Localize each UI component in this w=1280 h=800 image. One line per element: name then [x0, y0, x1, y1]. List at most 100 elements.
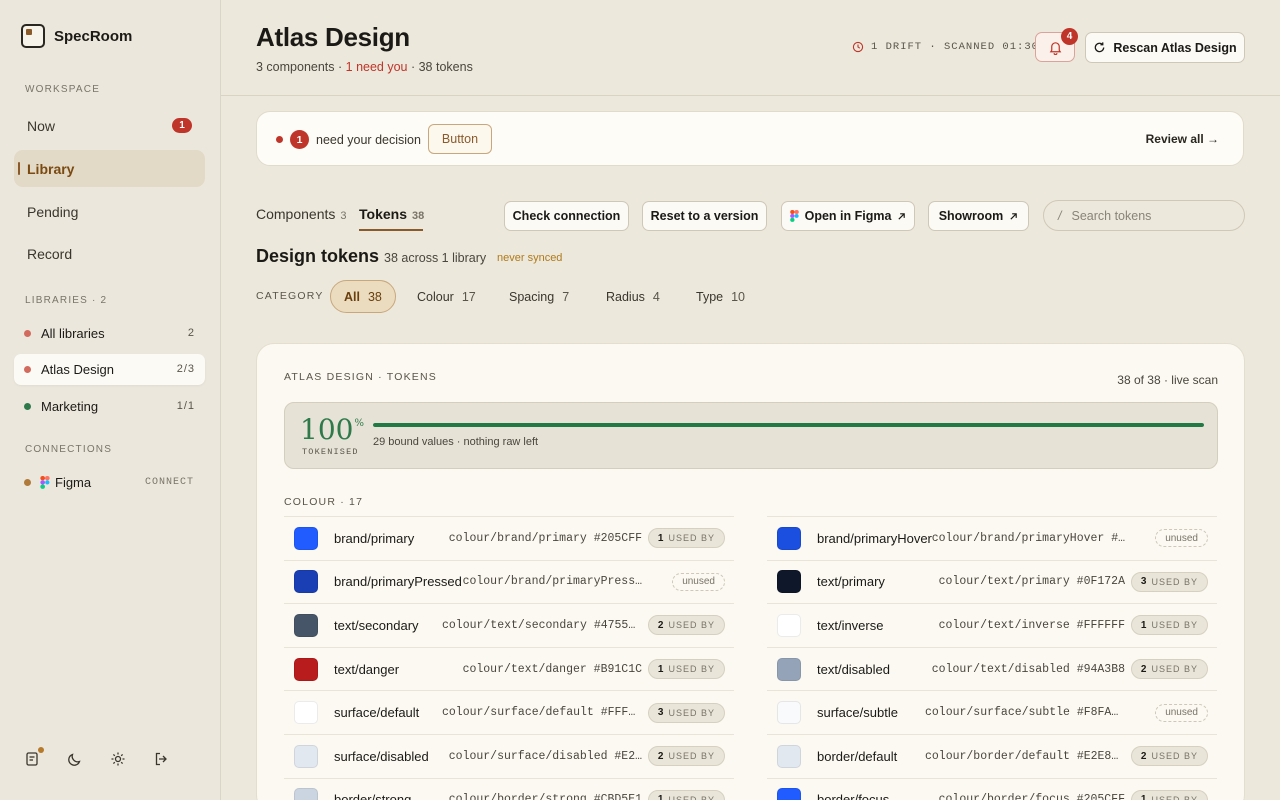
logout-icon[interactable]	[152, 750, 170, 768]
open-in-figma-button[interactable]: Open in Figma	[781, 201, 915, 231]
coverage-card: 100% TOKENISED 29 bound values · nothing…	[284, 402, 1218, 469]
alert-dot	[276, 136, 283, 143]
category-chip-radius[interactable]: Radius 4	[593, 280, 673, 313]
chip-count: 17	[461, 289, 476, 304]
subtitle-tokens: · 38 tokens	[407, 60, 473, 74]
search-shortcut-icon: /	[1058, 208, 1062, 223]
sidebar-item-pending[interactable]: Pending	[14, 193, 205, 230]
brand[interactable]: SpecRoom	[21, 24, 132, 48]
sidebar-item-label: Now	[27, 117, 56, 134]
token-row[interactable]: border/default colour/border/default #E2E…	[767, 733, 1217, 778]
token-row[interactable]: surface/disabled colour/surface/disabled …	[284, 733, 734, 778]
token-row[interactable]: surface/subtle colour/surface/subtle #F8F…	[767, 690, 1217, 734]
library-item-marketing[interactable]: Marketing 1/1	[14, 391, 205, 422]
used-by-badge[interactable]: 2 USED BY	[647, 746, 725, 767]
used-by-badge[interactable]: 2 USED BY	[1130, 746, 1208, 767]
sidebar-item-label: Record	[27, 245, 73, 262]
used-by-badge[interactable]: 3 USED BY	[1130, 571, 1208, 592]
library-name: All libraries	[41, 326, 105, 341]
chip-label: Spacing	[509, 289, 555, 304]
token-row[interactable]: surface/default colour/surface/default #F…	[284, 690, 734, 734]
gear-icon[interactable]	[109, 750, 127, 768]
used-by-badge[interactable]: 1 USED BY	[647, 659, 725, 680]
token-path: colour/brand/primaryHover #…	[931, 531, 1125, 545]
library-item-all[interactable]: All libraries 2	[14, 318, 205, 349]
token-row[interactable]: brand/primaryPressed colour/brand/primary…	[284, 559, 734, 604]
used-by-label: USED BY	[1151, 620, 1198, 631]
tab-components[interactable]: Components 3	[256, 206, 347, 222]
token-row[interactable]: text/disabled colour/text/disabled #94A3B…	[767, 646, 1217, 691]
tab-tokens[interactable]: Tokens 38	[359, 206, 424, 222]
notes-icon[interactable]	[23, 747, 44, 768]
used-by-badge[interactable]: 1 USED BY	[647, 528, 725, 549]
review-all-link[interactable]: Review all →	[1146, 132, 1219, 146]
libraries-label: LIBRARIES · 2	[25, 295, 108, 306]
used-by-badge[interactable]: 1 USED BY	[1130, 615, 1208, 636]
token-row[interactable]: brand/primaryHover colour/brand/primaryHo…	[767, 516, 1217, 560]
moon-icon[interactable]	[66, 750, 84, 768]
connect-link[interactable]: CONNECT	[145, 477, 194, 488]
notifications-button[interactable]: 4	[1035, 28, 1078, 62]
category-chip-colour[interactable]: Colour 17	[404, 280, 489, 313]
sidebar-item-library[interactable]: Library	[14, 150, 205, 187]
used-by-badge[interactable]: 1 USED BY	[1130, 789, 1208, 800]
token-row[interactable]: text/primary colour/text/primary #0F172A 3…	[767, 559, 1217, 604]
token-name: text/primary	[817, 574, 885, 590]
drift-text: 1 DRIFT · SCANNED 01:30 AM	[871, 41, 1061, 53]
colour-swatch	[294, 526, 318, 550]
used-by-label: USED BY	[668, 664, 715, 675]
used-by-label: USED BY	[1151, 794, 1198, 800]
rescan-button[interactable]: Rescan Atlas Design	[1085, 32, 1245, 63]
category-chip-spacing[interactable]: Spacing 7	[496, 280, 582, 313]
used-by-badge[interactable]: 2 USED BY	[1130, 659, 1208, 680]
token-row[interactable]: text/danger colour/text/danger #B91C1C 1 US…	[284, 646, 734, 691]
decision-count-badge: 1	[290, 130, 309, 149]
token-row[interactable]: text/secondary colour/text/secondary #475…	[284, 603, 734, 647]
colour-swatch	[294, 744, 318, 768]
category-chip-all[interactable]: All 38	[330, 280, 396, 313]
pending-component-button[interactable]: Button	[428, 124, 492, 154]
connections-label: CONNECTIONS	[25, 444, 113, 455]
used-by-label: USED BY	[1151, 751, 1198, 762]
token-row[interactable]: text/inverse colour/text/inverse #FFFFFF 1…	[767, 603, 1217, 647]
used-by-badge[interactable]: 2 USED BY	[647, 615, 725, 636]
token-path: colour/surface/disabled #E2…	[448, 749, 642, 763]
sidebar-item-record[interactable]: Record	[14, 235, 205, 272]
token-row[interactable]: border/focus colour/border/focus #205CFF 1…	[767, 777, 1217, 800]
chip-count: 38	[367, 289, 382, 304]
app-name: SpecRoom	[54, 27, 133, 45]
library-item-atlas-design[interactable]: Atlas Design 2/3	[14, 354, 205, 385]
token-row[interactable]: border/strong colour/border/strong #CBD5E…	[284, 777, 734, 800]
sidebar-footer	[23, 747, 170, 768]
tab-count: 3	[340, 210, 347, 222]
category-chip-type[interactable]: Type 10	[683, 280, 758, 313]
used-by-label: USED BY	[668, 794, 715, 800]
token-name: border/default	[817, 748, 898, 764]
colour-swatch	[777, 744, 801, 768]
sync-status: never synced	[497, 252, 563, 264]
subtitle-alert: 1 need you	[345, 60, 408, 74]
unused-badge: unused	[672, 572, 725, 591]
token-name: text/secondary	[334, 617, 419, 633]
refresh-icon	[1095, 42, 1105, 53]
sidebar-item-now[interactable]: Now 1	[14, 107, 205, 144]
used-by-badge[interactable]: 1 USED BY	[647, 789, 725, 800]
token-list-left: brand/primary colour/brand/primary #205CF…	[284, 516, 734, 800]
token-row[interactable]: brand/primary colour/brand/primary #205CF…	[284, 516, 734, 560]
chip-label: All	[344, 289, 360, 304]
used-by-badge[interactable]: 3 USED BY	[647, 702, 725, 723]
connection-item-figma[interactable]: Figma CONNECT	[14, 467, 205, 498]
used-by-count: 2	[657, 619, 665, 631]
specroom-logo-icon	[21, 24, 45, 48]
used-by-label: USED BY	[668, 620, 715, 631]
chip-label: Type	[696, 289, 724, 304]
used-by-count: 1	[657, 532, 665, 544]
check-connection-button[interactable]: Check connection	[504, 201, 629, 231]
reset-version-button[interactable]: Reset to a version	[642, 201, 767, 231]
showroom-button[interactable]: Showroom	[928, 201, 1029, 231]
search-input[interactable]: / Search tokens	[1043, 200, 1245, 231]
page-subtitle: 3 components · 1 need you · 38 tokens	[256, 60, 473, 74]
connection-name: Figma	[55, 475, 92, 490]
figma-icon	[40, 476, 50, 489]
subtitle-components: 3 components ·	[256, 60, 346, 74]
